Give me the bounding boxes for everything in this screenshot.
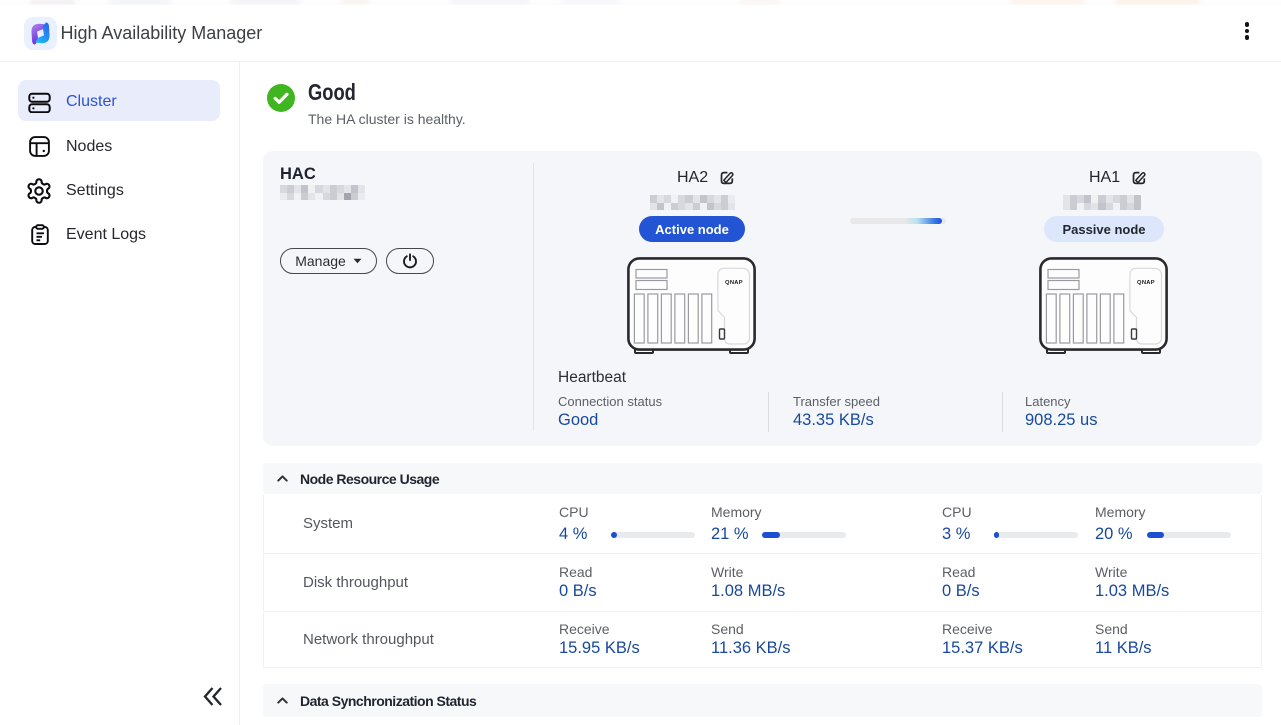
svg-text:QNAP: QNAP	[725, 280, 743, 286]
svg-text:QNAP: QNAP	[1137, 280, 1155, 286]
